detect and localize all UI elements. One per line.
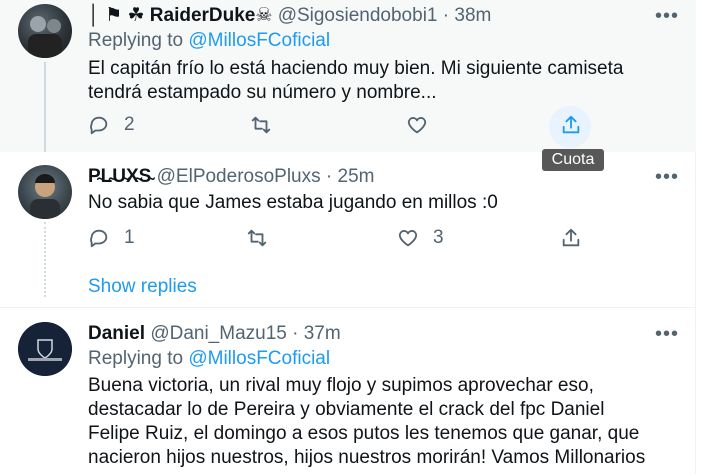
avatar-photo-icon	[30, 174, 60, 219]
more-horizontal-icon[interactable]: •••	[655, 167, 679, 187]
like-button[interactable]	[406, 114, 442, 136]
replying-to: Replying to @MillosFCoficial	[88, 29, 330, 53]
replying-prefix: Replying to	[88, 30, 184, 51]
tweet-header: │ ⚑ ☘ RaiderDuke☠ @Sigosiendobobi1 · 38m	[88, 5, 492, 26]
avatar[interactable]	[18, 165, 72, 219]
reply-count: 1	[124, 227, 135, 248]
tweet-text-line: nacieron hijos nuestros, hijos nuestros …	[88, 447, 646, 468]
user-handle[interactable]: @Sigosiendobobi1	[278, 5, 438, 26]
timestamp[interactable]: 38m	[454, 5, 491, 26]
reply-bubble-icon	[90, 229, 108, 248]
tweet-header: P̴L̴U̴X̴S̴ @ElPoderosoPluxs · 25m	[88, 166, 375, 187]
tweet-raiderduke[interactable]: │ ⚑ ☘ RaiderDuke☠ @Sigosiendobobi1 · 38m…	[0, 0, 696, 152]
reply-button[interactable]: 2	[88, 114, 135, 136]
display-name[interactable]: Daniel	[88, 323, 145, 344]
display-name[interactable]: │ ⚑ ☘ RaiderDuke☠	[88, 5, 272, 26]
tweet-text-line: No sabia que James estaba jugando en mil…	[88, 192, 498, 213]
display-name[interactable]: P̴L̴U̴X̴S̴	[88, 166, 151, 187]
timeline-right-border	[695, 0, 712, 474]
reply-bubble-icon	[90, 116, 108, 135]
retweet-button[interactable]	[246, 227, 282, 249]
show-replies-link[interactable]: Show replies	[88, 275, 197, 299]
avatar[interactable]	[18, 4, 72, 58]
avatar-photo-icon	[28, 16, 62, 58]
reply-count: 2	[124, 114, 135, 135]
avatar[interactable]	[18, 322, 72, 376]
tweet-text-line: destacadar lo de Pereira y obviamente el…	[88, 399, 605, 420]
tweet-text: No sabia que James estaba jugando en mil…	[88, 191, 696, 215]
tweet-actions: 2	[88, 114, 608, 140]
heart-icon	[407, 117, 427, 134]
tweet-text-line: Felipe Ruiz, el domingo a esos putos les…	[88, 423, 640, 444]
tweet-header: Daniel @Dani_Mazu15 · 37m	[88, 323, 341, 344]
mention-link[interactable]: @MillosFCoficial	[188, 348, 330, 369]
share-upload-icon	[562, 228, 580, 247]
tweet-text-line: Buena victoria, un rival muy flojo y sup…	[88, 375, 594, 396]
timestamp[interactable]: 37m	[304, 323, 341, 344]
timestamp[interactable]: 25m	[338, 166, 375, 187]
retweet-icon	[247, 229, 267, 247]
tweet-text-line: El capitán frío lo está haciendo muy bie…	[88, 58, 624, 79]
share-upload-icon	[562, 115, 580, 134]
share-button[interactable]	[560, 227, 582, 249]
thread-dots	[44, 222, 46, 297]
tweet-actions: 1 3	[88, 227, 608, 253]
like-button[interactable]: 3	[397, 227, 444, 249]
more-horizontal-icon[interactable]: •••	[655, 6, 679, 26]
tweet-text: El capitán frío lo está haciendo muy bie…	[88, 57, 696, 105]
tweet-daniel[interactable]: Daniel @Dani_Mazu15 · 37m ••• Replying t…	[0, 307, 696, 475]
thread-line	[44, 62, 46, 152]
replying-to: Replying to @MillosFCoficial	[88, 347, 330, 371]
user-handle[interactable]: @ElPoderosoPluxs	[157, 166, 321, 187]
heart-icon	[398, 230, 418, 247]
tweet-text-line: tendrá estampado su número y nombre...	[88, 82, 437, 103]
like-count: 3	[433, 227, 444, 248]
retweet-icon	[251, 116, 271, 134]
share-button[interactable]	[560, 114, 582, 136]
replying-prefix: Replying to	[88, 348, 184, 369]
club-crest-icon	[18, 322, 72, 376]
mention-link[interactable]: @MillosFCoficial	[188, 30, 330, 51]
reply-button[interactable]: 1	[88, 227, 135, 249]
more-horizontal-icon[interactable]: •••	[655, 324, 679, 344]
tweet-text: Buena victoria, un rival muy flojo y sup…	[88, 374, 696, 470]
retweet-button[interactable]	[250, 114, 286, 136]
user-handle[interactable]: @Dani_Mazu15	[150, 323, 287, 344]
